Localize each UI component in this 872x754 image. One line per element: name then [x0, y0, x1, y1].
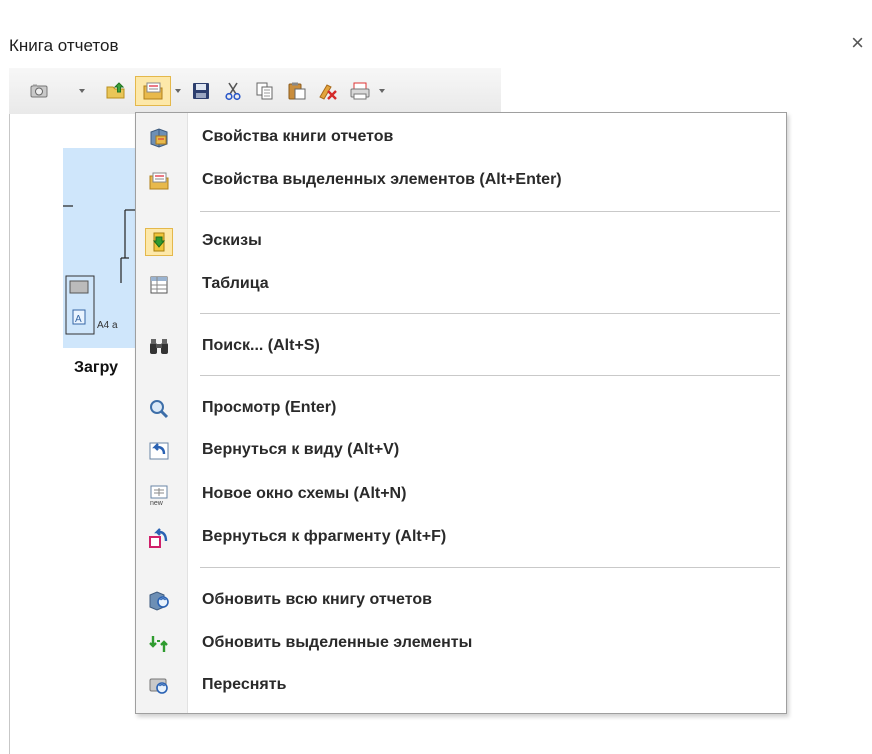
- toolbar: [9, 68, 501, 115]
- menu-item-label: Обновить выделенные элементы: [202, 634, 473, 651]
- menu-item-label: Обновить всю книгу отчетов: [202, 591, 432, 608]
- paste-button[interactable]: [285, 76, 309, 106]
- thumbnail-caption: Загру: [74, 359, 119, 376]
- menu-item-label: Свойства книги отчетов: [202, 128, 394, 145]
- svg-text:A: A: [75, 314, 82, 325]
- new-window-icon: new: [145, 481, 173, 509]
- table-icon: [145, 271, 173, 299]
- menu-item-label: Просмотр (Enter): [202, 399, 337, 416]
- folder-up-icon: [106, 82, 125, 99]
- refresh-book-icon: [145, 587, 173, 615]
- menu-item-label: Свойства выделенных элементов (Alt+Enter…: [202, 171, 562, 188]
- menu-item-thumbnails[interactable]: Эскизы: [136, 222, 786, 262]
- properties-dropdown-arrow[interactable]: [173, 76, 183, 106]
- properties-dropdown-menu: Свойства книги отчетов Свойства выделенн…: [135, 112, 787, 714]
- camera-icon: [30, 84, 48, 98]
- menu-item-refresh-selected[interactable]: Обновить выделенные элементы: [136, 624, 786, 664]
- book-properties-icon: [145, 124, 173, 152]
- svg-text:new: new: [150, 500, 164, 506]
- report-thumbnail[interactable]: A: [63, 148, 143, 348]
- report-book-window: Книга отчетов × A A4 a Загру Свойства кн…: [0, 0, 872, 754]
- menu-separator: [200, 211, 780, 212]
- element-properties-icon: [145, 167, 173, 195]
- delete-button[interactable]: [315, 76, 341, 106]
- refresh-selected-icon: [145, 630, 173, 658]
- menu-item-label: Эскизы: [202, 232, 262, 249]
- menu-item-preview[interactable]: Просмотр (Enter): [136, 389, 786, 429]
- menu-item-book-properties[interactable]: Свойства книги отчетов: [136, 118, 786, 158]
- menu-item-element-properties[interactable]: Свойства выделенных элементов (Alt+Enter…: [136, 161, 786, 201]
- menu-item-search[interactable]: Поиск... (Alt+S): [136, 327, 786, 367]
- paste-icon: [288, 82, 306, 100]
- menu-item-label: Новое окно схемы (Alt+N): [202, 485, 407, 502]
- menu-item-label: Вернуться к фрагменту (Alt+F): [202, 528, 447, 545]
- menu-item-label: Переснять: [202, 676, 287, 693]
- properties-button[interactable]: [135, 76, 171, 106]
- menu-item-back-to-fragment[interactable]: Вернуться к фрагменту (Alt+F): [136, 518, 786, 558]
- menu-separator: [200, 313, 780, 314]
- menu-item-label: Поиск... (Alt+S): [202, 337, 320, 354]
- chevron-down-icon: [379, 89, 385, 93]
- copy-button[interactable]: [253, 76, 277, 106]
- thumbnails-icon: [145, 228, 173, 256]
- print-setup-dropdown-arrow[interactable]: [377, 76, 387, 106]
- back-to-view-icon: [145, 437, 173, 465]
- folder-up-button[interactable]: [103, 76, 129, 106]
- print-setup-icon: [350, 82, 370, 100]
- print-setup-button[interactable]: [347, 76, 373, 106]
- close-icon[interactable]: ×: [851, 32, 864, 54]
- back-to-fragment-icon: [145, 524, 173, 552]
- menu-item-table[interactable]: Таблица: [136, 265, 786, 305]
- paper-size-label: A4 a: [97, 320, 118, 331]
- delete-icon: [319, 84, 337, 100]
- chevron-down-icon: [175, 89, 181, 93]
- menu-item-new-window[interactable]: new Новое окно схемы (Alt+N): [136, 475, 786, 515]
- menu-item-label: Таблица: [202, 275, 269, 292]
- menu-item-label: Вернуться к виду (Alt+V): [202, 441, 400, 458]
- window-title: Книга отчетов: [9, 36, 119, 55]
- menu-separator: [200, 567, 780, 568]
- menu-separator: [200, 375, 780, 376]
- binoculars-icon: [145, 333, 173, 361]
- menu-item-refresh-book[interactable]: Обновить всю книгу отчетов: [136, 581, 786, 621]
- camera-button[interactable]: [27, 76, 51, 106]
- menu-item-retake[interactable]: Переснять: [136, 666, 786, 706]
- properties-icon: [143, 82, 163, 100]
- cut-icon: [225, 82, 241, 101]
- retake-icon: [145, 672, 173, 700]
- save-button[interactable]: [189, 76, 213, 106]
- menu-item-back-to-view[interactable]: Вернуться к виду (Alt+V): [136, 431, 786, 471]
- save-icon: [193, 83, 209, 99]
- chevron-down-icon: [79, 89, 85, 93]
- camera-dropdown-arrow[interactable]: [77, 76, 87, 106]
- cut-button[interactable]: [221, 76, 245, 106]
- copy-icon: [256, 82, 273, 100]
- thumbnail-diagram: A: [63, 205, 135, 335]
- title-bar: Книга отчетов ×: [0, 0, 872, 70]
- magnifier-icon: [145, 395, 173, 423]
